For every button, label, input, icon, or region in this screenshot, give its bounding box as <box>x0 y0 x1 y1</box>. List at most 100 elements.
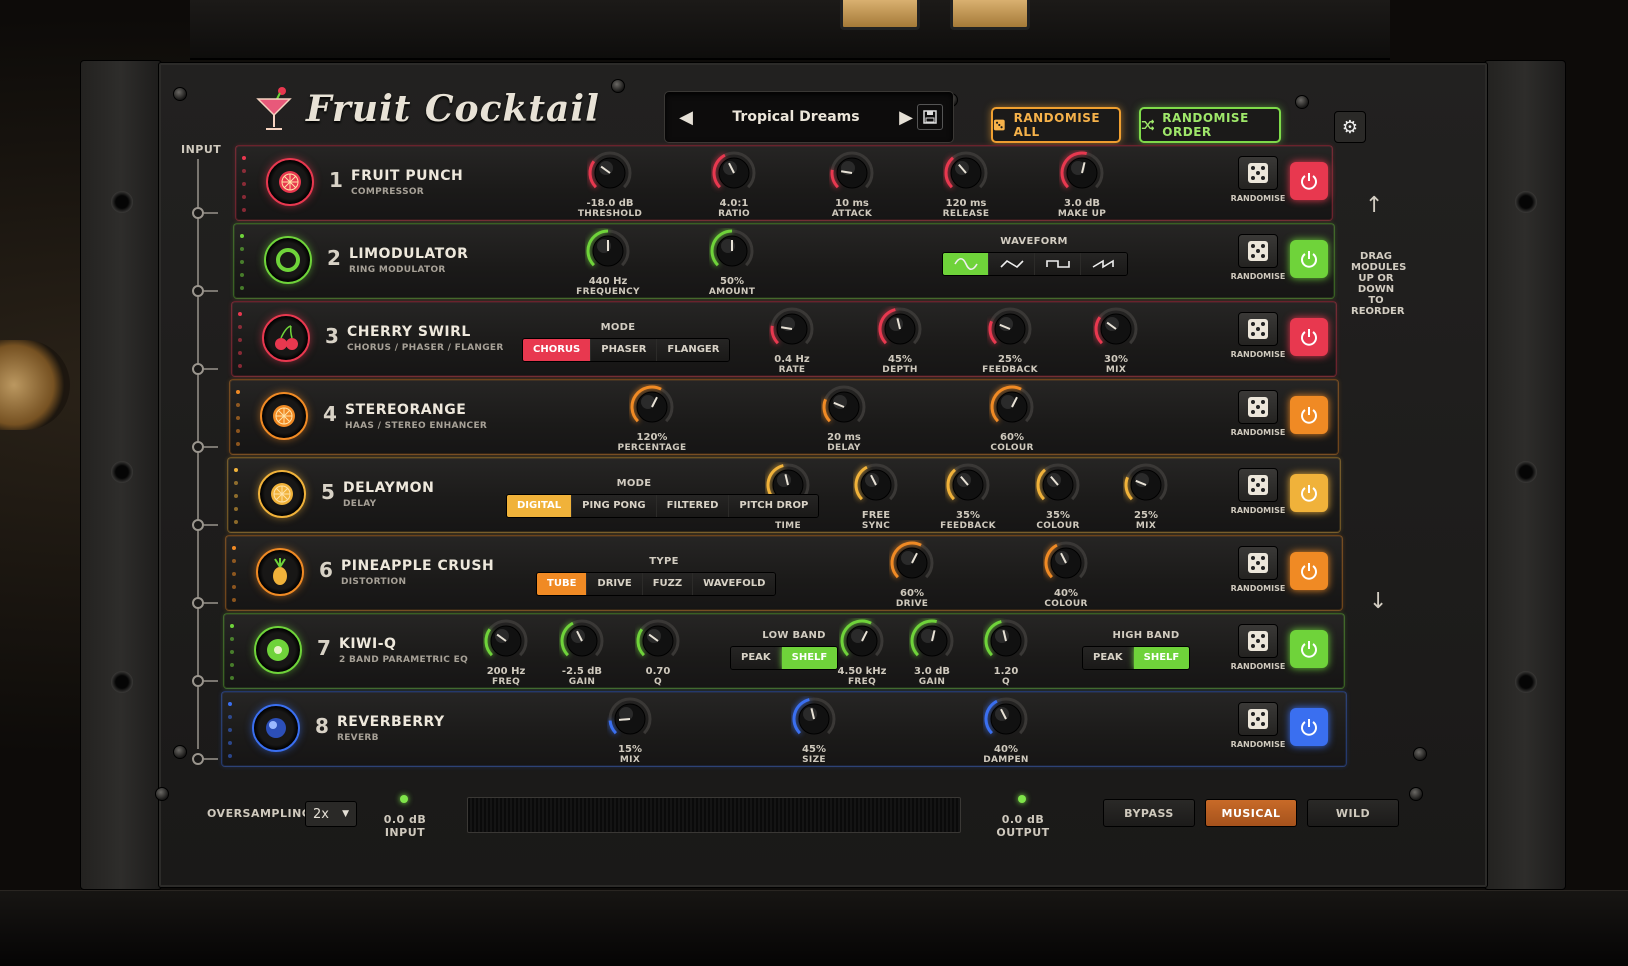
knob-dial[interactable] <box>635 618 681 664</box>
mode-option-pitch-drop[interactable]: PITCH DROP <box>729 495 819 517</box>
knob-colour[interactable]: 40% COLOUR <box>1021 540 1111 609</box>
knob-dial[interactable] <box>987 306 1033 352</box>
module-limodulator[interactable]: 2 LIMODULATOR RING MODULATOR 440 Hz FREQUENC… <box>233 223 1335 299</box>
module-power-button[interactable] <box>1290 552 1328 590</box>
module-pineapple-crush[interactable]: 6 PINEAPPLE CRUSH DISTORTION 60% DRIVE 40% COL… <box>225 535 1343 611</box>
knob-dial[interactable] <box>943 150 989 196</box>
module-power-button[interactable] <box>1290 474 1328 512</box>
footer-mode-wild-button[interactable]: WILD <box>1307 799 1399 827</box>
module-power-button[interactable] <box>1290 162 1328 200</box>
preset-name[interactable]: Tropical Dreams <box>697 109 895 125</box>
knob-sync[interactable]: FREE SYNC <box>831 462 921 531</box>
save-preset-button[interactable] <box>917 104 943 130</box>
randomise-module-button[interactable]: RANDOMISE <box>1230 546 1286 593</box>
module-power-button[interactable] <box>1290 708 1328 746</box>
knob-dial[interactable] <box>709 228 755 274</box>
randomise-module-button[interactable]: RANDOMISE <box>1230 234 1286 281</box>
knob-threshold[interactable]: -18.0 dB THRESHOLD <box>565 150 655 219</box>
module-kiwi-q[interactable]: 7 KIWI-Q 2 BAND PARAMETRIC EQ 200 Hz FREQ -2.… <box>223 613 1345 689</box>
knob-dial[interactable] <box>483 618 529 664</box>
knob-q[interactable]: 0.70 Q <box>613 618 703 687</box>
knob-colour[interactable]: 35% COLOUR <box>1013 462 1103 531</box>
knob-ratio[interactable]: 4.0:1 RATIO <box>689 150 779 219</box>
knob-dial[interactable] <box>559 618 605 664</box>
knob-q[interactable]: 1.20 Q <box>961 618 1051 687</box>
knob-dial[interactable] <box>607 696 653 742</box>
knob-dial[interactable] <box>945 462 991 508</box>
knob-make-up[interactable]: 3.0 dB MAKE UP <box>1037 150 1127 219</box>
waveform-option-square[interactable] <box>1035 253 1081 275</box>
knob-dial[interactable] <box>909 618 955 664</box>
waveform-option-sine[interactable] <box>943 253 989 275</box>
waveform-option-saw[interactable] <box>1081 253 1127 275</box>
knob-percentage[interactable]: 120% PERCENTAGE <box>607 384 697 453</box>
knob-dial[interactable] <box>1035 462 1081 508</box>
oversampling-dropdown[interactable]: 2x ▼ <box>305 801 357 827</box>
randomise-module-button[interactable]: RANDOMISE <box>1230 156 1286 203</box>
knob-colour[interactable]: 60% COLOUR <box>967 384 1057 453</box>
module-power-button[interactable] <box>1290 318 1328 356</box>
knob-dial[interactable] <box>1043 540 1089 586</box>
module-power-button[interactable] <box>1290 240 1328 278</box>
knob-dampen[interactable]: 40% DAMPEN <box>961 696 1051 765</box>
knob-dial[interactable] <box>585 228 631 274</box>
knob-mix[interactable]: 25% MIX <box>1101 462 1191 531</box>
mode-option-filtered[interactable]: FILTERED <box>656 495 730 517</box>
knob-frequency[interactable]: 440 Hz FREQUENCY <box>563 228 653 297</box>
mode-option-chorus[interactable]: CHORUS <box>523 339 592 361</box>
knob-delay[interactable]: 20 ms DELAY <box>799 384 889 453</box>
knob-dial[interactable] <box>1123 462 1169 508</box>
randomise-order-button[interactable]: RANDOMISE ORDER <box>1139 107 1281 143</box>
randomise-module-button[interactable]: RANDOMISE <box>1230 702 1286 749</box>
knob-attack[interactable]: 10 ms ATTACK <box>807 150 897 219</box>
low_band-option-shelf[interactable]: SHELF <box>781 647 838 669</box>
knob-dial[interactable] <box>989 384 1035 430</box>
knob-depth[interactable]: 45% DEPTH <box>855 306 945 375</box>
knob-dial[interactable] <box>829 150 875 196</box>
module-stereorange[interactable]: 4 STEREORANGE HAAS / STEREO ENHANCER 120% PE… <box>229 379 1339 455</box>
knob-amount[interactable]: 50% AMOUNT <box>687 228 777 297</box>
waveform-option-triangle[interactable] <box>989 253 1035 275</box>
knob-dial[interactable] <box>877 306 923 352</box>
knob-dial[interactable] <box>983 618 1029 664</box>
knob-dial[interactable] <box>769 306 815 352</box>
randomise-module-button[interactable]: RANDOMISE <box>1230 468 1286 515</box>
footer-mode-bypass-button[interactable]: BYPASS <box>1103 799 1195 827</box>
knob-mix[interactable]: 30% MIX <box>1071 306 1161 375</box>
knob-drive[interactable]: 60% DRIVE <box>867 540 957 609</box>
knob-rate[interactable]: 0.4 Hz RATE <box>747 306 837 375</box>
module-power-button[interactable] <box>1290 396 1328 434</box>
knob-size[interactable]: 45% SIZE <box>769 696 859 765</box>
low_band-option-peak[interactable]: PEAK <box>731 647 782 669</box>
randomise-module-button[interactable]: RANDOMISE <box>1230 312 1286 359</box>
randomise-module-button[interactable]: RANDOMISE <box>1230 390 1286 437</box>
mode-option-flanger[interactable]: FLANGER <box>657 339 730 361</box>
knob-dial[interactable] <box>889 540 935 586</box>
module-reverberry[interactable]: 8 REVERBERRY REVERB 15% MIX 45% SIZE 40% DAMPEN R… <box>221 691 1347 767</box>
randomise-all-button[interactable]: RANDOMISE ALL <box>991 107 1121 143</box>
knob-dial[interactable] <box>587 150 633 196</box>
mode-option-digital[interactable]: DIGITAL <box>507 495 573 517</box>
preset-prev-button[interactable]: ◀ <box>675 107 697 128</box>
knob-dial[interactable] <box>791 696 837 742</box>
preset-next-button[interactable]: ▶ <box>895 107 917 128</box>
knob-dial[interactable] <box>1059 150 1105 196</box>
mode-option-phaser[interactable]: PHASER <box>591 339 658 361</box>
mode-option-ping-pong[interactable]: PING PONG <box>572 495 657 517</box>
knob-feedback[interactable]: 35% FEEDBACK <box>923 462 1013 531</box>
knob-dial[interactable] <box>629 384 675 430</box>
settings-button[interactable]: ⚙ <box>1334 111 1366 143</box>
knob-release[interactable]: 120 ms RELEASE <box>921 150 1011 219</box>
mode-option-tube[interactable]: TUBE <box>537 573 588 595</box>
knob-dial[interactable] <box>853 462 899 508</box>
module-power-button[interactable] <box>1290 630 1328 668</box>
mode-option-fuzz[interactable]: FUZZ <box>642 573 694 595</box>
knob-dial[interactable] <box>711 150 757 196</box>
module-delaymon[interactable]: 5DELAYMONDELAY350 msTIMEFREESYNC35%FEEDB… <box>227 457 1341 533</box>
mode-option-wavefold[interactable]: WAVEFOLD <box>693 573 776 595</box>
knob-dial[interactable] <box>821 384 867 430</box>
high_band-option-shelf[interactable]: SHELF <box>1133 647 1190 669</box>
knob-dial[interactable] <box>1093 306 1139 352</box>
randomise-module-button[interactable]: RANDOMISE <box>1230 624 1286 671</box>
knob-dial[interactable] <box>983 696 1029 742</box>
